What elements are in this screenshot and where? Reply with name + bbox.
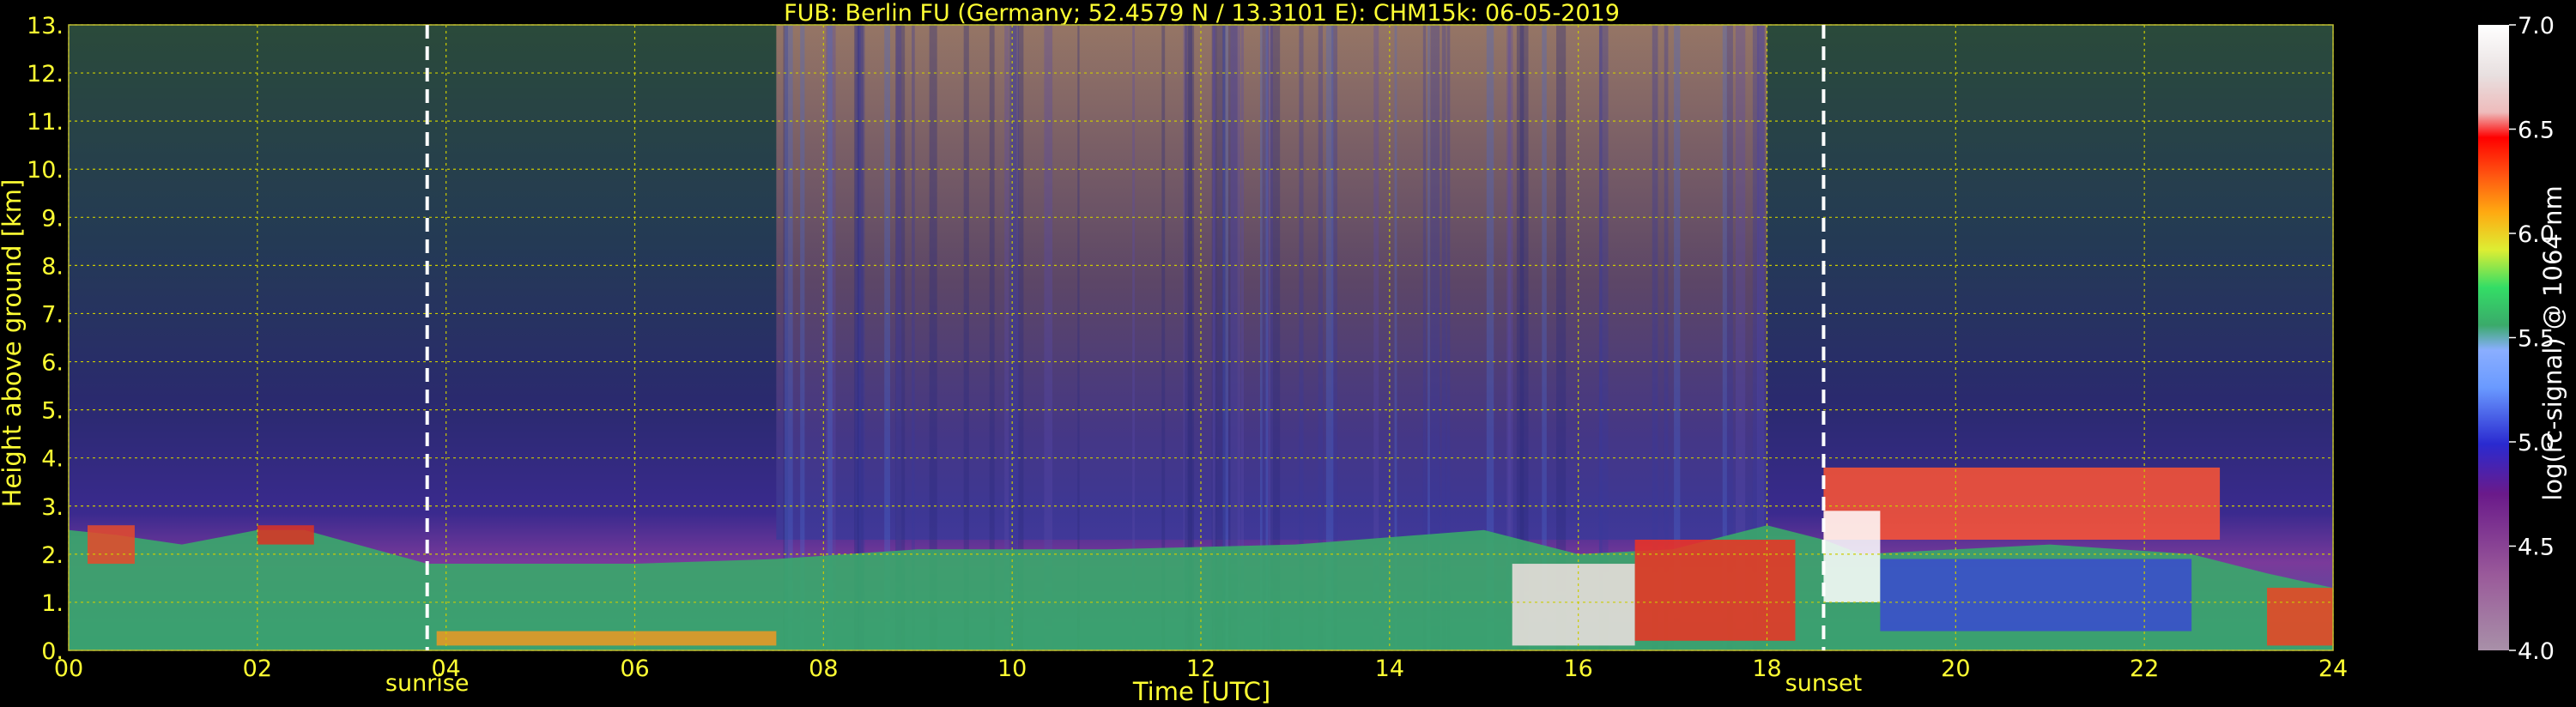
cloud-return	[1823, 467, 2221, 541]
colorbar-tick-label: 4.0	[2518, 638, 2555, 665]
y-tick-label: 1.	[41, 590, 64, 617]
x-tick-label: 08	[809, 656, 838, 682]
x-tick-label: 22	[2130, 656, 2159, 682]
y-tick-label: 0.	[41, 638, 64, 665]
sunset-label: sunset	[1785, 670, 1863, 697]
cloud-return	[1512, 564, 1635, 646]
y-tick-label: 5.	[41, 398, 64, 425]
cloud-return	[257, 525, 314, 545]
y-tick-label: 13.	[27, 13, 64, 39]
signal-streak	[800, 25, 805, 650]
colorbar-tick-label: 4.5	[2518, 535, 2555, 561]
x-tick-label: 24	[2318, 656, 2348, 682]
y-tick-label: 7.	[41, 301, 64, 328]
cloud-return	[2267, 588, 2333, 646]
y-tick-label: 9.	[41, 205, 64, 232]
colorbar-tick-label: 6.5	[2518, 118, 2555, 144]
y-tick-label: 10.	[27, 157, 64, 184]
colorbar-gradient	[2478, 25, 2509, 650]
y-tick-label: 2.	[41, 542, 64, 569]
y-axis-label: Height above ground [km]	[0, 179, 27, 508]
cloud-return	[1634, 540, 1796, 641]
colorbar-tick-label: 7.0	[2518, 13, 2555, 39]
x-tick-label: 18	[1752, 656, 1781, 682]
y-tick-label: 8.	[41, 253, 64, 280]
x-tick-label: 16	[1563, 656, 1592, 682]
cloud-return	[1823, 511, 1881, 602]
y-tick-label: 6.	[41, 350, 64, 377]
y-tick-label: 4.	[41, 446, 64, 473]
x-tick-label: 06	[620, 656, 649, 682]
y-tick-label: 3.	[41, 494, 64, 521]
chart-title: FUB: Berlin FU (Germany; 52.4579 N / 13.…	[784, 0, 1620, 27]
cloud-return	[87, 525, 135, 565]
x-tick-label: 02	[243, 656, 272, 682]
lidar-ceilometer-chart: FUB: Berlin FU (Germany; 52.4579 N / 13.…	[0, 0, 2567, 706]
x-tick-label: 14	[1375, 656, 1404, 682]
y-tick-label: 12.	[27, 61, 64, 88]
colorbar: 4.04.55.05.56.06.57.0 log(rc-signal) @ 1…	[2478, 13, 2567, 665]
cloud-return	[436, 631, 777, 646]
y-axis: 0. 1. 2. 3. 4. 5. 6. 7. 8. 9. 10. 11. 12. 13.	[27, 13, 64, 665]
colorbar-label: log(rc-signal) @ 1064 nm	[2538, 185, 2567, 500]
y-tick-label: 11.	[27, 109, 64, 136]
x-tick-label: 20	[1941, 656, 1970, 682]
signal-streak	[785, 25, 793, 650]
x-tick-label: 10	[997, 656, 1027, 682]
x-axis-label: Time [UTC]	[1132, 677, 1270, 706]
sunrise-label: sunrise	[385, 670, 470, 697]
